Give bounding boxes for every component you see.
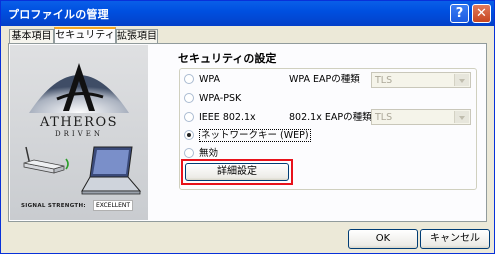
help-button[interactable]: ?: [450, 4, 469, 23]
cancel-button[interactable]: キャンセル: [420, 229, 490, 249]
ieee8021x-eap-type-label: 802.1x EAPの種類: [289, 112, 372, 123]
ieee8021x-eap-type-select[interactable]: TLS: [371, 109, 471, 125]
signal-strength-value: EXCELLENT: [93, 200, 134, 211]
highlight-annotation-box: [181, 159, 293, 185]
radio-ieee8021x-label: IEEE 802.1x: [199, 112, 256, 123]
brand-tagline: DRIVEN: [55, 130, 103, 138]
brand-name: ATHEROS: [39, 115, 119, 130]
wireless-router-icon: [23, 146, 69, 174]
radio-button[interactable]: [184, 74, 194, 84]
wpa-eap-type-label: WPA EAPの種類: [289, 74, 360, 85]
brand-pane: ATHEROS DRIVEN SIGNAL STRENGTH: EXCELLEN…: [10, 45, 148, 220]
tab-advanced[interactable]: 拡張項目: [116, 29, 158, 43]
wpa-eap-type-value: TLS: [375, 75, 393, 86]
radio-button[interactable]: [184, 148, 194, 158]
radio-wpa-label: WPA: [199, 74, 221, 85]
ieee8021x-eap-type-value: TLS: [375, 112, 393, 123]
signal-strength-label: SIGNAL STRENGTH:: [21, 203, 86, 209]
security-settings-title: セキュリティの設定: [178, 52, 277, 65]
laptop-icon: [81, 146, 142, 195]
tab-security[interactable]: セキュリティ: [54, 27, 116, 44]
close-button[interactable]: ✕: [472, 4, 491, 23]
radio-wpa-psk-label: WPA-PSK: [199, 93, 242, 104]
radio-button-selected[interactable]: [184, 130, 194, 140]
radio-button[interactable]: [184, 93, 194, 103]
tab-basic[interactable]: 基本項目: [9, 29, 54, 43]
atheros-logo-icon: [29, 63, 129, 113]
title-bar[interactable]: プロファイルの管理 ? ✕: [1, 1, 494, 26]
radio-wep-label-text: ネットワークキー (WEP): [199, 129, 311, 142]
window-title: プロファイルの管理: [8, 8, 109, 21]
wpa-eap-type-select[interactable]: TLS: [371, 72, 471, 88]
chevron-down-icon: [454, 74, 469, 86]
chevron-down-icon: [454, 111, 469, 123]
radio-button[interactable]: [184, 112, 194, 122]
radio-wep-label: ネットワークキー (WEP): [199, 129, 311, 142]
ok-button[interactable]: OK: [348, 229, 418, 249]
profile-management-window: プロファイルの管理 ? ✕ 基本項目 セキュリティ 拡張項目 ATHEROS D…: [0, 0, 495, 254]
